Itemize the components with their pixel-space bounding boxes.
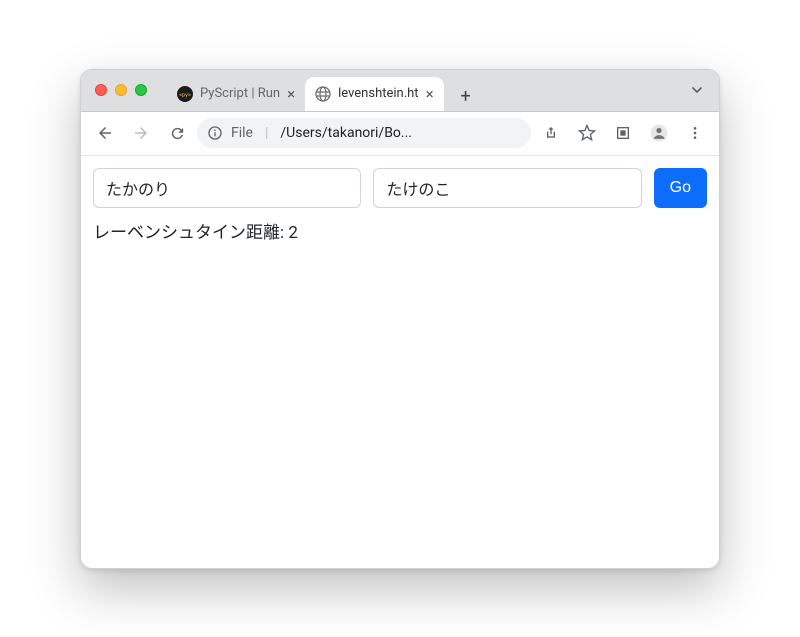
menu-button[interactable] [679,118,711,148]
extensions-button[interactable] [607,118,639,148]
close-tab-icon[interactable]: × [426,85,434,103]
forward-button[interactable] [125,118,157,148]
titlebar: <py> PyScript | Run × levenshtein.ht × + [81,70,719,112]
tab-levenshtein[interactable]: levenshtein.ht × [305,77,443,111]
address-separator: | [265,125,268,141]
fullscreen-window-button[interactable] [135,84,147,96]
browser-window: <py> PyScript | Run × levenshtein.ht × + [80,69,720,569]
string1-input[interactable] [93,168,361,208]
profile-button[interactable] [643,118,675,148]
close-window-button[interactable] [95,84,107,96]
site-info-icon[interactable] [207,125,223,141]
toolbar: File | /Users/takanori/Bo... [81,112,719,156]
plus-icon: + [460,86,470,107]
input-row: Go [93,168,707,208]
result-text: レーベンシュタイン距離: 2 [93,218,707,243]
string2-input[interactable] [373,168,641,208]
share-button[interactable] [535,118,567,148]
address-path: /Users/takanori/Bo... [280,125,412,141]
address-bar[interactable]: File | /Users/takanori/Bo... [197,118,531,148]
tab-strip: <py> PyScript | Run × levenshtein.ht × + [167,70,689,111]
file-favicon-icon [315,86,331,102]
chevron-down-icon[interactable] [689,82,705,98]
page-content: Go レーベンシュタイン距離: 2 [81,156,719,568]
window-controls [81,84,147,96]
tab-pyscript[interactable]: <py> PyScript | Run × [167,77,305,111]
go-button[interactable]: Go [654,168,707,208]
pyscript-favicon-icon: <py> [177,86,193,102]
address-scheme: File [231,125,253,141]
new-tab-button[interactable]: + [452,83,480,111]
close-tab-icon[interactable]: × [287,85,295,103]
tab-title: PyScript | Run [200,86,280,101]
titlebar-right [689,82,719,98]
reload-button[interactable] [161,118,193,148]
back-button[interactable] [89,118,121,148]
tab-title: levenshtein.ht [338,86,418,101]
minimize-window-button[interactable] [115,84,127,96]
svg-text:<py>: <py> [179,92,191,98]
bookmark-button[interactable] [571,118,603,148]
